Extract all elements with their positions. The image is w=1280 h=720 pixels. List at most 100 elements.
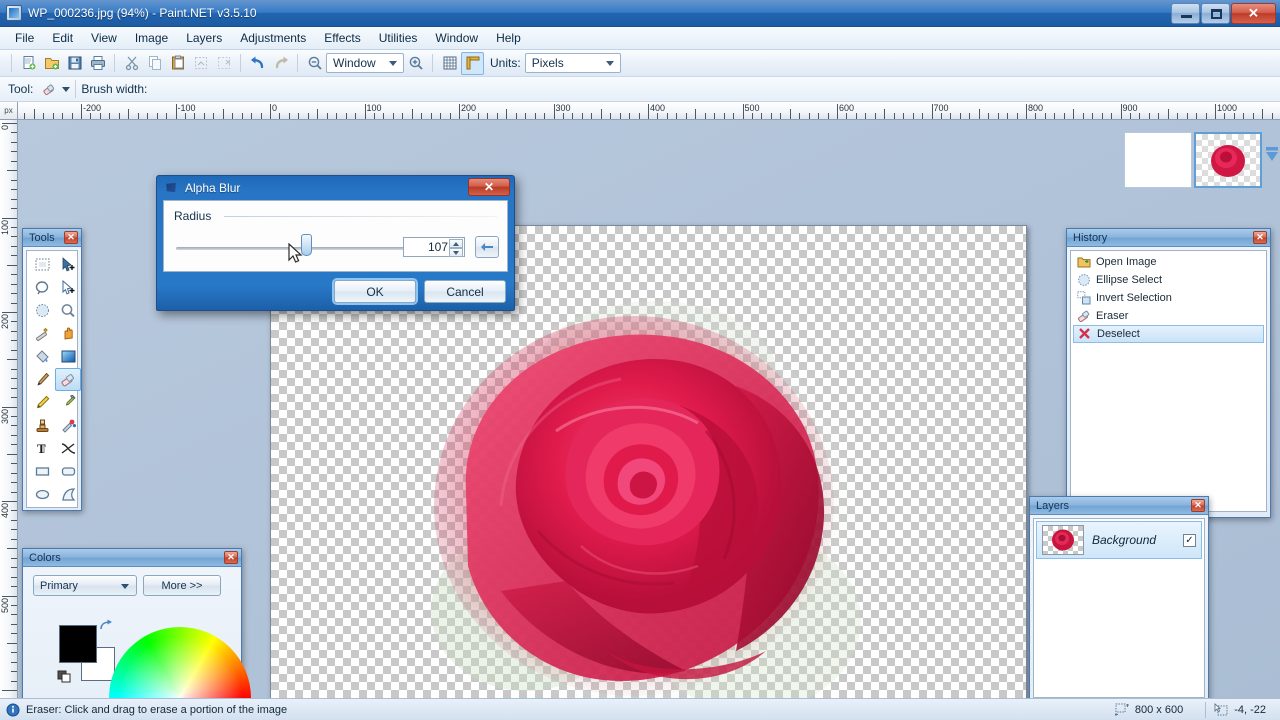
menu-help[interactable]: Help — [487, 28, 530, 48]
primary-color-swatch[interactable] — [59, 625, 97, 663]
save-icon[interactable] — [63, 52, 86, 75]
paste-icon[interactable] — [166, 52, 189, 75]
cancel-button[interactable]: Cancel — [424, 280, 506, 303]
tool-pencil[interactable] — [29, 391, 55, 414]
zoom-level-dropdown[interactable]: Window — [326, 53, 404, 73]
menu-layers[interactable]: Layers — [177, 28, 231, 48]
zoom-out-icon[interactable] — [303, 52, 326, 75]
radius-stepper[interactable] — [449, 239, 463, 257]
history-item-ellipse-select[interactable]: Ellipse Select — [1073, 271, 1264, 289]
tool-paintbrush[interactable] — [29, 368, 55, 391]
tool-label: Tool: — [8, 82, 34, 96]
grid-icon[interactable] — [438, 52, 461, 75]
print-icon[interactable] — [86, 52, 109, 75]
menu-view[interactable]: View — [82, 28, 126, 48]
undo-icon[interactable] — [246, 52, 269, 75]
redo-icon[interactable] — [269, 52, 292, 75]
image-thumbnail-strip[interactable] — [1124, 129, 1280, 191]
new-icon[interactable] — [17, 52, 40, 75]
tool-rounded-rectangle[interactable] — [55, 460, 81, 483]
tool-rectangle[interactable] — [29, 460, 55, 483]
menu-adjustments[interactable]: Adjustments — [231, 28, 315, 48]
cut-icon[interactable] — [120, 52, 143, 75]
menu-effects[interactable]: Effects — [315, 28, 369, 48]
tool-eraser[interactable] — [55, 368, 81, 391]
close-icon[interactable]: ✕ — [224, 551, 238, 564]
thumbnail-empty[interactable] — [1124, 132, 1192, 188]
dialog-close-button[interactable]: ✕ — [468, 178, 510, 196]
tool-rectangle-select[interactable] — [29, 253, 55, 276]
thumbnail-rose-selected[interactable] — [1194, 132, 1262, 188]
tool-paint-bucket[interactable] — [29, 345, 55, 368]
tool-line-curve[interactable] — [55, 437, 81, 460]
layer-visibility-checkbox[interactable]: ✓ — [1183, 533, 1196, 547]
radius-number-input[interactable]: 107 — [403, 237, 465, 257]
layer-row[interactable]: Background ✓ — [1036, 521, 1202, 559]
tools-palette-titlebar[interactable]: Tools ✕ — [23, 229, 81, 247]
history-item-eraser[interactable]: Eraser — [1073, 307, 1264, 325]
stepper-up-icon[interactable] — [449, 239, 463, 248]
tool-text[interactable]: T — [29, 437, 55, 460]
color-wheel[interactable] — [109, 627, 251, 698]
close-icon[interactable]: ✕ — [1191, 499, 1205, 512]
tool-pan[interactable] — [55, 322, 81, 345]
layer-list[interactable]: Background ✓ — [1033, 518, 1205, 698]
radius-slider-track[interactable] — [176, 247, 419, 250]
tool-gradient[interactable] — [55, 345, 81, 368]
deselect-icon[interactable] — [212, 52, 235, 75]
tool-ellipse[interactable] — [29, 483, 55, 506]
tool-magic-wand[interactable] — [29, 322, 55, 345]
vertical-ruler[interactable]: 0 100 200 300 400 500 — [0, 120, 18, 698]
layers-palette-titlebar[interactable]: Layers ✕ — [1030, 497, 1208, 515]
tool-recolor[interactable] — [55, 414, 81, 437]
crop-to-selection-icon[interactable] — [189, 52, 212, 75]
history-item-invert-selection[interactable]: Invert Selection — [1073, 289, 1264, 307]
tool-color-picker[interactable] — [55, 391, 81, 414]
radius-slider-thumb[interactable] — [301, 234, 312, 256]
thumbnail-scroll-down-icon[interactable] — [1264, 140, 1280, 180]
menu-file[interactable]: File — [6, 28, 43, 48]
horizontal-ruler[interactable]: -200 -100 0 100 200 300 400 500 600 700 800 900 1000 — [18, 102, 1280, 120]
swap-colors-icon[interactable] — [99, 619, 115, 633]
menu-image[interactable]: Image — [126, 28, 177, 48]
tool-move-selection[interactable] — [55, 276, 81, 299]
ok-button[interactable]: OK — [334, 280, 416, 303]
radius-reset-button[interactable] — [475, 236, 499, 258]
menu-utilities[interactable]: Utilities — [370, 28, 427, 48]
chevron-down-icon[interactable] — [62, 86, 71, 92]
stepper-down-icon[interactable] — [449, 248, 463, 257]
restore-button[interactable] — [1201, 2, 1230, 24]
ruler-tick — [52, 113, 54, 119]
units-dropdown[interactable]: Pixels — [524, 53, 621, 73]
tool-clone-stamp[interactable] — [29, 414, 55, 437]
color-mode-dropdown[interactable]: Primary — [33, 575, 137, 596]
close-icon[interactable]: ✕ — [64, 231, 78, 244]
rulers-icon[interactable] — [461, 51, 484, 75]
history-item-deselect[interactable]: Deselect — [1073, 325, 1264, 343]
eraser-icon[interactable] — [37, 78, 60, 101]
ruler-tick — [581, 113, 583, 119]
more-button[interactable]: More >> — [143, 575, 221, 596]
menu-edit[interactable]: Edit — [43, 28, 82, 48]
dialog-titlebar[interactable]: Alpha Blur ✕ — [157, 176, 514, 199]
history-item-open-image[interactable]: Open Image — [1073, 253, 1264, 271]
cursor-position-value: -4, -22 — [1234, 703, 1266, 716]
history-list[interactable]: Open Image Ellipse Select Invert Selecti… — [1070, 250, 1267, 512]
copy-icon[interactable] — [143, 52, 166, 75]
tool-freeform-shape[interactable] — [55, 483, 81, 506]
reset-colors-icon[interactable] — [57, 669, 73, 683]
tool-move-selected[interactable] — [55, 253, 81, 276]
close-icon[interactable]: ✕ — [1253, 231, 1267, 244]
ruler-tick — [298, 113, 300, 119]
open-icon[interactable] — [40, 52, 63, 75]
tool-lasso-select[interactable] — [29, 276, 55, 299]
history-palette-titlebar[interactable]: History ✕ — [1067, 229, 1270, 247]
colors-palette-titlebar[interactable]: Colors ✕ — [23, 549, 241, 567]
minimize-button[interactable] — [1171, 2, 1200, 24]
tool-zoom[interactable] — [55, 299, 81, 322]
ruler-tick — [619, 113, 621, 119]
zoom-in-icon[interactable] — [404, 52, 427, 75]
close-button[interactable]: ✕ — [1231, 2, 1276, 24]
menu-window[interactable]: Window — [426, 28, 487, 48]
tool-ellipse-select[interactable] — [29, 299, 55, 322]
